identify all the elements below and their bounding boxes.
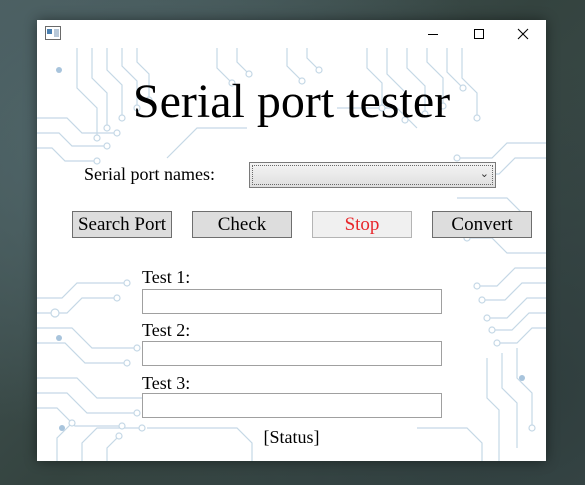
test-3-label: Test 3: xyxy=(142,373,191,393)
search-port-button[interactable]: Search Port xyxy=(72,211,172,238)
app-window: Serial port tester Serial port names: ⌄ … xyxy=(37,20,546,461)
maximize-button[interactable] xyxy=(456,20,502,48)
convert-button[interactable]: Convert xyxy=(432,211,532,238)
page-title: Serial port tester xyxy=(132,75,451,128)
chevron-down-icon: ⌄ xyxy=(479,167,489,180)
main-content: Serial port tester Serial port names: ⌄ … xyxy=(37,20,546,461)
test-1-input[interactable] xyxy=(142,289,442,314)
test-1-label: Test 1: xyxy=(142,267,191,287)
status-label: [Status] xyxy=(263,427,320,447)
title-bar[interactable] xyxy=(37,20,546,48)
app-icon xyxy=(45,26,61,40)
serial-port-select[interactable]: ⌄ xyxy=(249,162,496,188)
close-icon xyxy=(517,28,529,40)
check-button[interactable]: Check xyxy=(192,211,292,238)
test-2-label: Test 2: xyxy=(142,320,191,340)
maximize-icon xyxy=(474,29,484,39)
minimize-button[interactable] xyxy=(410,20,456,48)
test-2-input[interactable] xyxy=(142,341,442,366)
serial-port-label: Serial port names: xyxy=(84,164,215,184)
minimize-icon xyxy=(428,34,438,35)
close-button[interactable] xyxy=(500,20,546,48)
stop-button[interactable]: Stop xyxy=(312,211,412,238)
select-focus-rect xyxy=(252,165,493,185)
test-3-input[interactable] xyxy=(142,393,442,418)
